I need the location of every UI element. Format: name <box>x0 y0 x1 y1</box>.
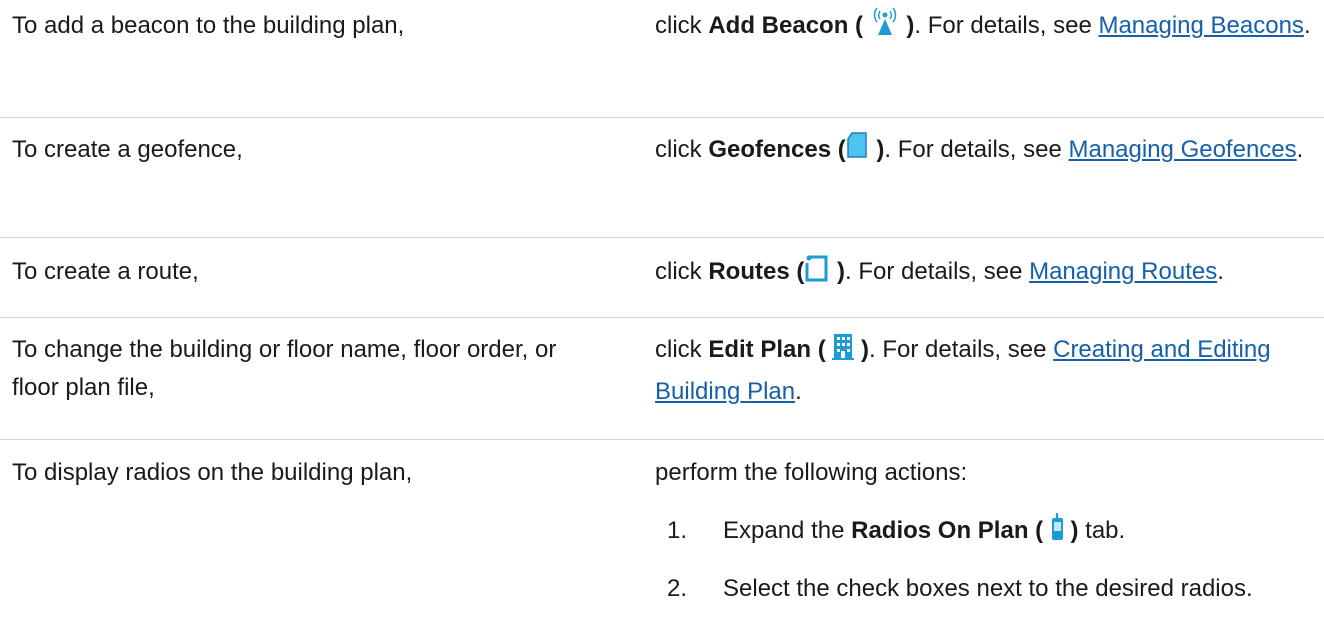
managing-beacons-link[interactable]: Managing Beacons <box>1098 12 1303 39</box>
table-row: To change the building or floor name, fl… <box>0 318 1324 440</box>
geofence-icon <box>846 131 870 173</box>
action-cell: click Add Beacon ( ). For details, see M… <box>655 7 1315 49</box>
button-name-close: ) <box>861 336 870 363</box>
managing-routes-link[interactable]: Managing Routes <box>1029 258 1217 285</box>
step-number: 1. <box>667 517 688 544</box>
action-text: click <box>655 136 709 163</box>
condition-text: To create a geofence, <box>12 136 243 163</box>
step-text: Expand the <box>723 517 852 544</box>
action-cell: click Geofences ( ). For details, see Ma… <box>655 131 1315 173</box>
tab-name: Radios On Plan ( ) <box>851 513 1078 544</box>
button-name: Geofences ( ) <box>708 132 884 163</box>
radio-icon <box>1050 512 1064 554</box>
period: . <box>1303 12 1311 39</box>
condition-text: To change the building or floor name, fl… <box>12 336 557 401</box>
period: . <box>1217 258 1224 285</box>
table-row: To add a beacon to the building plan, cl… <box>0 0 1324 118</box>
step-text: tab. <box>1078 517 1126 544</box>
list-item: 1. Expand the Radios On Plan ( ) tab. <box>655 512 1315 554</box>
action-cell: click Routes ( ). For details, see Manag… <box>655 253 1315 295</box>
list-item: 2. Select the check boxes next to the de… <box>655 570 1315 608</box>
button-name: Add Beacon ( ) <box>708 7 914 39</box>
table-row: To create a geofence, click Geofences ( … <box>0 118 1324 238</box>
action-cell: perform the following actions: 1. Expand… <box>655 454 1315 624</box>
button-name: Edit Plan ( ) <box>708 334 870 363</box>
condition-cell: To create a route, <box>12 253 572 291</box>
button-name-text: Geofences ( <box>708 136 846 163</box>
period: . <box>1296 136 1304 163</box>
button-name-text: Add Beacon ( <box>708 12 864 39</box>
condition-text: To add a beacon to the building plan, <box>12 12 405 39</box>
button-name-text: Routes ( <box>708 258 805 285</box>
table-row: To create a route, click Routes ( ). For… <box>0 238 1324 318</box>
managing-geofences-link[interactable]: Managing Geofences <box>1068 136 1296 163</box>
action-text: . For details, see <box>884 136 1069 163</box>
condition-cell: To change the building or floor name, fl… <box>12 331 572 407</box>
action-text: click <box>655 336 709 363</box>
action-cell: click Edit Plan ( ). For details, see Cr… <box>655 331 1315 411</box>
step-number: 2. <box>667 575 688 602</box>
instruction-table: To add a beacon to the building plan, cl… <box>0 0 1324 603</box>
condition-text: To display radios on the building plan, <box>12 459 413 486</box>
condition-cell: To add a beacon to the building plan, <box>12 7 572 45</box>
action-text: . For details, see <box>845 258 1030 285</box>
condition-text: To create a route, <box>12 258 199 285</box>
action-text: click <box>655 12 709 39</box>
steps-intro: perform the following actions: <box>655 459 968 486</box>
tab-name-text: Radios On Plan ( <box>851 517 1044 544</box>
beacon-icon <box>870 7 900 49</box>
button-name: Routes ( ) <box>708 255 846 285</box>
table-row: To display radios on the building plan, … <box>0 440 1324 603</box>
action-text: click <box>655 258 709 285</box>
period: . <box>795 378 802 405</box>
building-icon <box>832 331 855 373</box>
route-icon <box>804 253 830 295</box>
step-text: Select the check boxes next to the desir… <box>723 575 1253 602</box>
steps-list: 1. Expand the Radios On Plan ( ) tab. 2.… <box>0 512 1315 608</box>
action-text: . For details, see <box>869 336 1054 363</box>
action-text: . For details, see <box>914 12 1099 39</box>
condition-cell: To display radios on the building plan, <box>12 454 572 492</box>
button-name-close: ) <box>837 258 846 285</box>
condition-cell: To create a geofence, <box>12 131 572 169</box>
button-name-text: Edit Plan ( <box>708 336 826 363</box>
